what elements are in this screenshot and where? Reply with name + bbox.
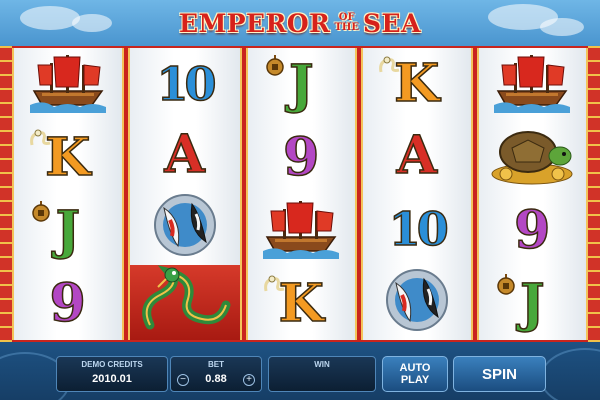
reel-frame: K J 9 10 A J 9 K K A 10 9 J bbox=[0, 46, 600, 342]
sea-dragon-icon bbox=[28, 127, 54, 147]
wave-decoration bbox=[540, 348, 600, 400]
sea-dragon-icon bbox=[262, 273, 288, 293]
symbol-nine: 9 bbox=[513, 199, 551, 261]
symbol-jack: J bbox=[519, 272, 545, 334]
title-sea: SEA bbox=[362, 8, 421, 38]
reel-cell bbox=[14, 48, 122, 121]
game-header: EMPEROR OF THE SEA bbox=[0, 0, 600, 46]
reel-cell: A bbox=[130, 119, 240, 190]
bet-label: BET bbox=[208, 360, 224, 369]
reel-cell: 10 bbox=[363, 193, 471, 265]
reel-cell: K bbox=[248, 267, 356, 340]
win-display: WIN bbox=[268, 356, 376, 392]
title-of-the: OF THE bbox=[334, 13, 359, 33]
reel-1: KJ 9 bbox=[12, 48, 124, 340]
win-label: WIN bbox=[314, 360, 330, 369]
reel-4: K A 10 bbox=[361, 48, 473, 340]
coin-icon bbox=[493, 273, 519, 295]
autoplay-button[interactable]: AUTO PLAY bbox=[382, 356, 448, 392]
reel-cell: J bbox=[479, 267, 587, 340]
autoplay-label-line2: PLAY bbox=[400, 374, 430, 386]
title-emperor: EMPEROR bbox=[179, 8, 331, 38]
reel-cell: A bbox=[363, 120, 471, 192]
symbol-nine: 9 bbox=[49, 272, 87, 334]
reel-cell: 9 bbox=[248, 121, 356, 194]
autoplay-label-line1: AUTO bbox=[399, 362, 431, 374]
junk-ship-icon bbox=[28, 51, 108, 118]
coin-icon bbox=[262, 54, 288, 76]
symbol-ace: A bbox=[396, 125, 438, 187]
reel-cell bbox=[129, 265, 240, 340]
reel-3: J 9 K bbox=[245, 48, 357, 340]
koi-fish-icon bbox=[150, 190, 220, 265]
turtle-icon bbox=[488, 122, 576, 193]
symbol-ten: 10 bbox=[156, 56, 218, 111]
reels-area: K J 9 10 A J 9 K K A 10 9 J bbox=[12, 48, 588, 340]
spin-button[interactable]: SPIN bbox=[453, 356, 546, 392]
control-panel: DEMO CREDITS 2010.01 BET − 0.88 + WIN AU… bbox=[0, 342, 600, 400]
koi-fish-icon bbox=[382, 265, 452, 340]
reel-cell: J bbox=[248, 48, 356, 121]
sea-dragon-icon bbox=[377, 54, 403, 74]
reel-cell bbox=[479, 48, 587, 121]
dragon-icon bbox=[130, 265, 240, 340]
reel-cell bbox=[363, 265, 471, 340]
credits-value: 2010.01 bbox=[92, 373, 132, 385]
bet-increase-button[interactable]: + bbox=[243, 374, 255, 386]
game-title: EMPEROR OF THE SEA bbox=[0, 8, 600, 38]
reel-cell: 9 bbox=[479, 194, 587, 267]
reel-2: 10 A bbox=[127, 48, 242, 340]
frame-border-left bbox=[0, 46, 12, 342]
symbol-ace: A bbox=[164, 123, 206, 185]
symbol-nine: 9 bbox=[282, 126, 320, 188]
symbol-ten: 10 bbox=[388, 201, 450, 256]
reel-cell bbox=[479, 121, 587, 194]
reel-cell: 10 bbox=[130, 48, 240, 119]
junk-ship-icon bbox=[492, 51, 572, 118]
bet-display: BET − 0.88 + bbox=[170, 356, 262, 392]
reel-5: 9J bbox=[476, 48, 588, 340]
symbol-jack: J bbox=[55, 199, 81, 261]
symbol-jack: J bbox=[288, 53, 314, 115]
coin-icon bbox=[28, 200, 54, 222]
credits-display: DEMO CREDITS 2010.01 bbox=[56, 356, 168, 392]
reel-cell: 9 bbox=[14, 267, 122, 340]
reel-cell bbox=[130, 190, 240, 265]
junk-ship-icon bbox=[261, 197, 341, 264]
credits-label: DEMO CREDITS bbox=[81, 360, 143, 369]
title-the: THE bbox=[334, 22, 359, 33]
reel-cell: J bbox=[14, 194, 122, 267]
frame-border-right bbox=[588, 46, 600, 342]
reel-cell bbox=[248, 194, 356, 267]
reel-cell: K bbox=[363, 48, 471, 120]
reel-cell: K bbox=[14, 121, 122, 194]
